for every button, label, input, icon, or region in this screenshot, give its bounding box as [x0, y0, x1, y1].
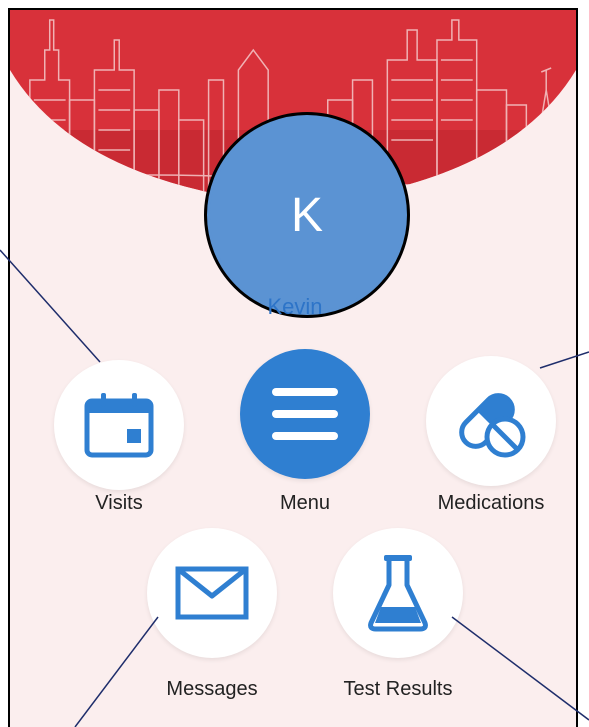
hamburger-menu-icon: [272, 388, 338, 440]
medications-button[interactable]: [426, 356, 556, 486]
visits-label: Visits: [95, 492, 143, 514]
menu-button[interactable]: [240, 349, 370, 479]
messages-label: Messages: [166, 678, 258, 700]
envelope-icon: [175, 566, 249, 620]
calendar-icon: [84, 393, 154, 458]
test-results-button[interactable]: [333, 528, 463, 658]
flask-icon: [368, 555, 428, 632]
messages-button[interactable]: [147, 528, 277, 658]
app-screen: K Kevin Visits Menu Medications Messages…: [8, 8, 578, 727]
profile-name: Kevin: [267, 294, 323, 319]
pill-icon: [459, 393, 526, 458]
profile-avatar[interactable]: K: [204, 112, 410, 318]
visits-button[interactable]: [54, 360, 184, 490]
menu-label: Menu: [279, 492, 331, 514]
avatar-initial: K: [290, 188, 323, 242]
test-results-label: Test Results: [343, 678, 453, 700]
medications-label: Medications: [437, 492, 545, 514]
